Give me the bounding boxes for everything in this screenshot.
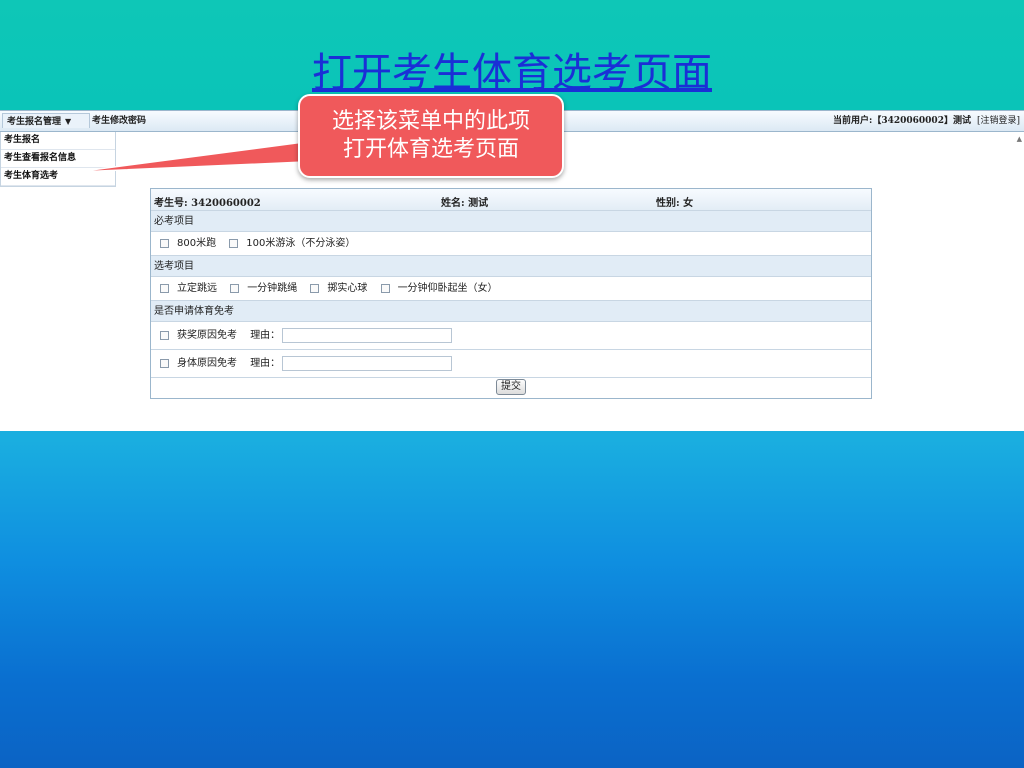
reason-label: 理由： [250, 330, 281, 341]
checkbox-award-exempt[interactable] [160, 330, 169, 340]
exempt-health-row: 身体原因免考 理由： [151, 350, 871, 378]
required-options: 800米跑 100米游泳（不分泳姿） [151, 232, 871, 256]
checkbox-sit-ups[interactable] [380, 283, 390, 293]
submit-row: 提交 [151, 378, 871, 398]
label-sit-ups: 一分钟仰卧起坐（女） [397, 283, 498, 294]
label-award-exempt: 获奖原因免考 [177, 330, 237, 341]
checkbox-long-jump[interactable] [160, 283, 169, 293]
award-reason-input[interactable] [282, 327, 453, 343]
checkbox-rope-skipping[interactable] [230, 283, 240, 293]
health-reason-input[interactable] [282, 355, 453, 371]
option-long-jump[interactable]: 立定跳远 [160, 283, 217, 294]
label-800m: 800米跑 [177, 238, 217, 249]
menu-item-view-registration[interactable]: 考生查看报名信息 [1, 150, 115, 168]
label-100m-swim: 100米游泳（不分泳姿） [246, 238, 356, 249]
menu-item-registration[interactable]: 考生报名 [1, 132, 115, 150]
scroll-up-arrow-icon[interactable]: ▲ [1017, 135, 1022, 143]
checkbox-health-exempt[interactable] [160, 358, 169, 368]
submit-button[interactable]: 提交 [496, 379, 526, 395]
required-section-title: 必考项目 [151, 211, 871, 232]
option-rope-skipping[interactable]: 一分钟跳绳 [230, 283, 297, 294]
exempt-section-title: 是否申请体育免考 [151, 301, 871, 322]
label-medicine-ball: 掷实心球 [327, 283, 368, 294]
option-800m[interactable]: 800米跑 [160, 238, 216, 249]
student-info-header: 考生号: 3420060002 姓名: 测试 性别: 女 [151, 189, 871, 211]
logout-link[interactable]: [注销登录] [977, 116, 1020, 126]
label-health-exempt: 身体原因免考 [177, 358, 237, 369]
option-medicine-ball[interactable]: 掷实心球 [310, 283, 367, 294]
dropdown-arrow-icon: ▼ [65, 116, 72, 126]
instruction-callout: 选择该菜单中的此项 打开体育选考页面 [298, 94, 564, 178]
checkbox-800m[interactable] [160, 238, 169, 248]
registration-dropdown-menu: 考生报名 考生查看报名信息 考生体育选考 [0, 132, 116, 187]
elective-options: 立定跳远 一分钟跳绳 掷实心球 一分钟仰卧起坐（女） [151, 277, 871, 301]
user-area: 当前用户:【3420060002】测试 [注销登录] [833, 114, 1020, 128]
callout-line-2: 打开体育选考页面 [342, 137, 519, 162]
exempt-award-row: 获奖原因免考 理由： [151, 322, 871, 350]
checkbox-medicine-ball[interactable] [310, 283, 320, 293]
label-rope-skipping: 一分钟跳绳 [247, 283, 298, 294]
callout-line-1: 选择该菜单中的此项 [331, 109, 530, 134]
reason-label: 理由： [250, 358, 281, 369]
menu-exam-registration-label: 考生报名管理 [7, 117, 62, 127]
pe-elective-form: 考生号: 3420060002 姓名: 测试 性别: 女 必考项目 800米跑 … [150, 188, 872, 399]
menu-item-pe-elective[interactable]: 考生体育选考 [1, 168, 115, 186]
label-long-jump: 立定跳远 [177, 283, 217, 294]
elective-section-title: 选考项目 [151, 256, 871, 277]
checkbox-100m-swim[interactable] [229, 238, 239, 248]
student-name: 姓名: 测试 [441, 198, 489, 209]
student-gender: 性别: 女 [656, 198, 694, 209]
exam-number: 考生号: 3420060002 [154, 198, 261, 209]
option-sit-ups[interactable]: 一分钟仰卧起坐（女） [380, 283, 498, 294]
option-100m-swim[interactable]: 100米游泳（不分泳姿） [229, 238, 355, 249]
menu-change-password[interactable]: 考生修改密码 [88, 114, 150, 128]
slide-title[interactable]: 打开考生体育选考页面 [0, 40, 1024, 98]
menu-exam-registration[interactable]: 考生报名管理 ▼ [2, 113, 90, 128]
current-user: 当前用户:【3420060002】测试 [833, 116, 971, 126]
